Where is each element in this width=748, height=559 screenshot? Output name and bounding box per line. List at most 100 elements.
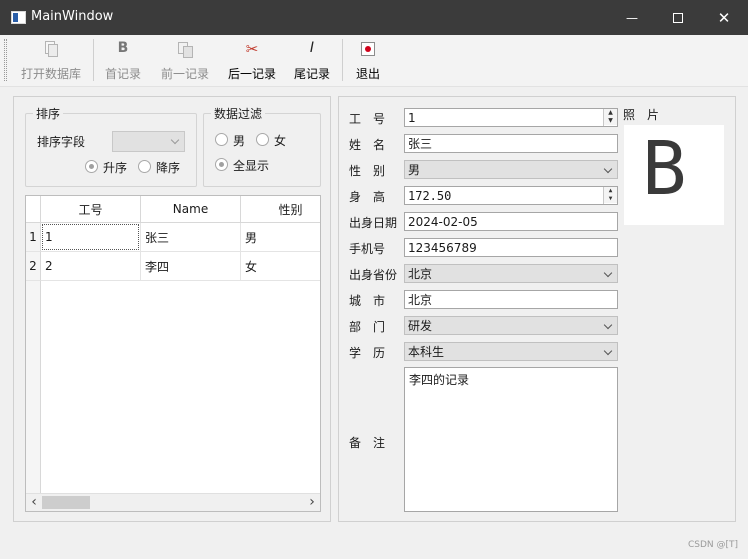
filter-male-radio[interactable] bbox=[215, 133, 228, 146]
spin-up-icon[interactable]: ▲ bbox=[604, 109, 617, 117]
sort-field-label: 排序字段 bbox=[37, 135, 86, 149]
column-header[interactable]: 性别 bbox=[241, 196, 320, 223]
toolbar-separator bbox=[342, 39, 343, 81]
table-cell[interactable]: 男 bbox=[241, 223, 320, 252]
memo-textarea[interactable]: 李四的记录 bbox=[404, 367, 618, 512]
province-combo[interactable]: 北京 bbox=[404, 264, 618, 283]
photo-label: 照 片 bbox=[623, 108, 660, 122]
exit-button[interactable]: 退出 bbox=[350, 37, 386, 83]
photo-image: B bbox=[624, 125, 724, 225]
gender-label: 性 别 bbox=[349, 164, 386, 178]
app-icon bbox=[11, 11, 26, 24]
minimize-button[interactable]: — bbox=[609, 0, 655, 35]
spin-down-icon[interactable]: ▼ bbox=[604, 117, 617, 125]
last-record-icon: I bbox=[309, 40, 315, 56]
sort-field-combo[interactable] bbox=[112, 131, 185, 152]
filter-female-label: 女 bbox=[274, 134, 287, 148]
scrollbar-thumb[interactable] bbox=[42, 496, 90, 509]
birthday-input[interactable]: 2024-02-05 bbox=[404, 212, 618, 231]
toolbar-separator bbox=[93, 39, 94, 81]
table-cell[interactable]: 张三 bbox=[141, 223, 241, 252]
last-record-button[interactable]: I 尾记录 bbox=[288, 37, 336, 83]
table-cell[interactable]: 1 bbox=[41, 223, 141, 252]
id-spinbox[interactable]: 1 ▲ ▼ bbox=[404, 108, 618, 127]
height-value: 172.50 bbox=[408, 188, 452, 203]
dept-value: 研发 bbox=[408, 319, 433, 333]
id-spin-buttons[interactable]: ▲ ▼ bbox=[603, 109, 617, 126]
table-cell[interactable]: 李四 bbox=[141, 252, 241, 281]
exit-icon bbox=[358, 39, 378, 59]
height-spin-buttons[interactable]: ▲ ▼ bbox=[603, 187, 617, 204]
previous-record-button[interactable]: 前一记录 bbox=[156, 37, 214, 83]
next-record-icon: ✂ bbox=[245, 40, 259, 58]
row-header[interactable]: 1 bbox=[26, 223, 41, 252]
name-label: 姓 名 bbox=[349, 138, 386, 152]
dept-combo[interactable]: 研发 bbox=[404, 316, 618, 335]
spin-down-icon[interactable]: ▼ bbox=[604, 195, 617, 203]
phone-input[interactable]: 123456789 bbox=[404, 238, 618, 257]
close-button[interactable]: ✕ bbox=[701, 0, 747, 35]
education-label: 学 历 bbox=[349, 346, 386, 360]
sort-asc-radio[interactable] bbox=[85, 160, 98, 173]
chevron-down-icon bbox=[603, 346, 613, 356]
maximize-icon bbox=[673, 12, 683, 23]
city-label: 城 市 bbox=[349, 294, 386, 308]
focus-rect bbox=[42, 224, 139, 250]
first-record-button[interactable]: B 首记录 bbox=[98, 37, 148, 83]
chevron-down-icon bbox=[603, 164, 613, 174]
filter-all-label: 全显示 bbox=[233, 159, 270, 173]
open-database-icon bbox=[41, 39, 61, 59]
column-header[interactable]: Name bbox=[141, 196, 241, 223]
chevron-down-icon bbox=[603, 268, 613, 278]
name-input[interactable]: 张三 bbox=[404, 134, 618, 153]
spin-up-icon[interactable]: ▲ bbox=[604, 187, 617, 195]
horizontal-scrollbar[interactable]: ‹ › bbox=[26, 493, 320, 511]
scroll-right-icon[interactable]: › bbox=[306, 494, 318, 511]
sort-group-title: 排序 bbox=[33, 105, 64, 122]
memo-label: 备 注 bbox=[349, 436, 386, 450]
previous-record-icon bbox=[175, 39, 195, 59]
close-icon: ✕ bbox=[717, 8, 731, 27]
open-database-button[interactable]: 打开数据库 bbox=[14, 37, 88, 83]
table-cell[interactable]: 女 bbox=[241, 252, 320, 281]
toolbar-grip[interactable] bbox=[4, 39, 7, 81]
dept-label: 部 门 bbox=[349, 320, 386, 334]
maximize-button[interactable] bbox=[655, 0, 701, 35]
row-header[interactable]: 2 bbox=[26, 252, 41, 281]
next-record-button[interactable]: ✂ 后一记录 bbox=[224, 37, 280, 83]
gender-combo[interactable]: 男 bbox=[404, 160, 618, 179]
province-label: 出身省份 bbox=[349, 268, 398, 282]
city-input[interactable]: 北京 bbox=[404, 290, 618, 309]
first-record-icon: B bbox=[117, 40, 129, 56]
phone-label: 手机号 bbox=[349, 242, 386, 256]
table-corner bbox=[26, 196, 41, 223]
row-header-strip bbox=[26, 281, 41, 493]
photo-glyph: B bbox=[642, 126, 687, 212]
filter-female-radio[interactable] bbox=[256, 133, 269, 146]
chevron-down-icon bbox=[603, 320, 613, 330]
id-label: 工 号 bbox=[349, 112, 386, 126]
sort-asc-label: 升序 bbox=[103, 161, 128, 175]
province-value: 北京 bbox=[408, 267, 433, 281]
education-combo[interactable]: 本科生 bbox=[404, 342, 618, 361]
chevron-down-icon bbox=[170, 135, 180, 145]
gender-value: 男 bbox=[408, 163, 421, 177]
toolbar: 打开数据库 B 首记录 前一记录 ✂ 后一记录 I 尾记录 退出 bbox=[0, 35, 748, 87]
column-header[interactable]: 工号 bbox=[41, 196, 141, 223]
filter-group-title: 数据过滤 bbox=[211, 105, 266, 122]
minimize-icon: — bbox=[626, 10, 638, 25]
watermark: CSDN @[T] bbox=[688, 540, 739, 550]
scroll-left-icon[interactable]: ‹ bbox=[28, 494, 40, 511]
education-value: 本科生 bbox=[408, 345, 445, 359]
filter-all-radio[interactable] bbox=[215, 158, 228, 171]
title-bar[interactable]: MainWindow — ✕ bbox=[0, 0, 748, 35]
filter-groupbox bbox=[203, 113, 321, 187]
birthday-label: 出身日期 bbox=[349, 216, 398, 230]
data-table[interactable]: 工号 Name 性别 1 1 张三 男 2 2 李四 女 ‹ › bbox=[25, 195, 321, 512]
table-cell[interactable]: 2 bbox=[41, 252, 141, 281]
height-label: 身 高 bbox=[349, 190, 386, 204]
sort-desc-radio[interactable] bbox=[138, 160, 151, 173]
height-spinbox[interactable]: 172.50 ▲ ▼ bbox=[404, 186, 618, 205]
filter-male-label: 男 bbox=[233, 134, 246, 148]
sort-desc-label: 降序 bbox=[156, 161, 181, 175]
